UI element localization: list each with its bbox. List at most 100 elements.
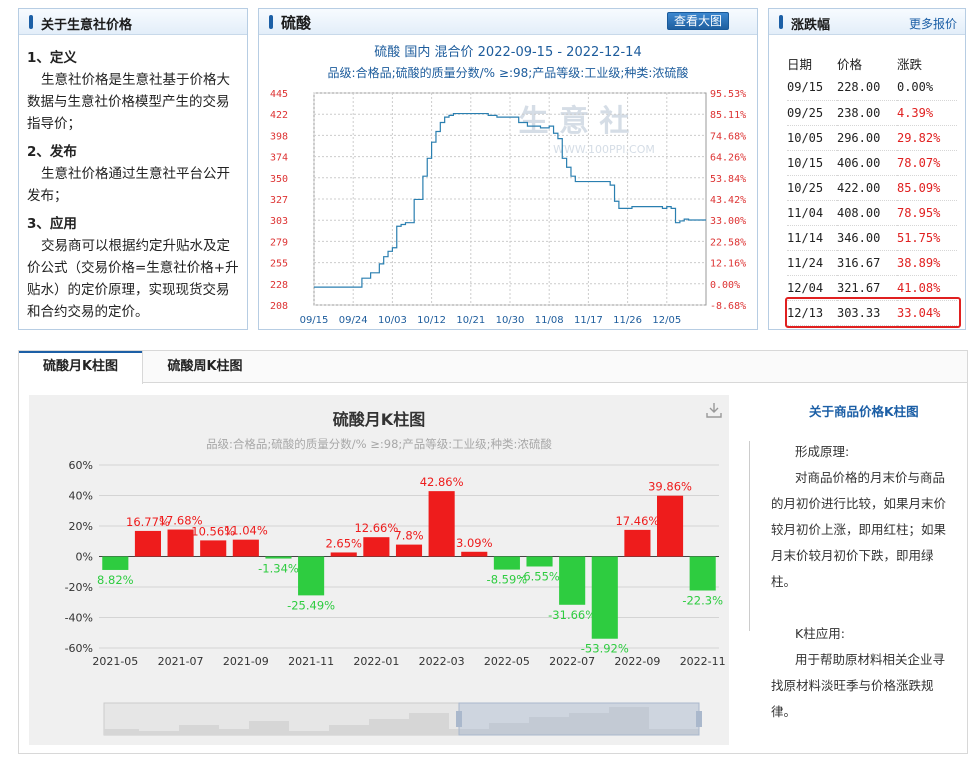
- table-row: 10/25 422.00 85.09%: [787, 175, 957, 201]
- info-body: 1、定义 生意社价格是生意社基于价格大数据与生意社价格模型产生的交易指导价； 2…: [19, 35, 247, 323]
- y-tick-right: -8.68%: [710, 301, 746, 312]
- bar-value-label: 12.66%: [354, 521, 398, 535]
- header-marker-icon: [29, 15, 33, 29]
- x-tick: 12/05: [652, 315, 681, 326]
- chart-subtitle: 品级:合格品;硫酸的质量分数/% ≥:98;产品等级:工业级;种类:浓硫酸: [206, 437, 552, 451]
- more-quotes-link[interactable]: 更多报价: [909, 15, 957, 32]
- bar-value-label: 7.8%: [394, 529, 423, 543]
- x-tick: 10/21: [456, 315, 485, 326]
- side-paragraph: 形成原理:: [795, 444, 850, 459]
- table-row: 10/15 406.00 78.07%: [787, 150, 957, 176]
- k-bar: [330, 552, 357, 557]
- x-tick: 2022-07: [549, 655, 595, 668]
- zoom-slider[interactable]: [103, 702, 702, 736]
- k-bar: [428, 491, 455, 557]
- y-tick-left: 422: [270, 110, 288, 121]
- price-cell: 316.67: [836, 250, 897, 276]
- y-tick-right: 74.68%: [710, 131, 746, 142]
- y-tick-right: 22.58%: [710, 237, 746, 248]
- tab-monthly-k[interactable]: 硫酸月K柱图: [19, 351, 143, 384]
- y-tick: 40%: [69, 490, 93, 503]
- y-tick: -40%: [65, 612, 93, 625]
- change-cell: 51.75%: [896, 225, 957, 251]
- section-heading: 1、定义: [27, 50, 77, 66]
- panel-title: 涨跌幅: [791, 18, 831, 33]
- date-cell: 10/25: [787, 175, 837, 201]
- k-bar: [591, 556, 618, 639]
- y-tick-left: 398: [270, 131, 288, 142]
- table-header-row: 日期 价格 涨跌: [787, 51, 957, 75]
- x-tick: 2022-03: [419, 655, 465, 668]
- bar-value-label: 17.46%: [615, 514, 659, 528]
- k-bar: [461, 551, 488, 557]
- price-cell: 228.00: [836, 75, 897, 101]
- price-info-panel: 关于生意社价格 1、定义 生意社价格是生意社基于价格大数据与生意社价格模型产生的…: [18, 8, 248, 330]
- change-cell: 78.07%: [896, 150, 957, 176]
- bar-value-label: 8.82%: [97, 573, 134, 587]
- change-cell: 0.00%: [896, 75, 957, 101]
- k-bar: [200, 540, 227, 557]
- k-bar: [363, 537, 390, 557]
- y-tick-left: 208: [270, 301, 288, 312]
- y-tick-left: 228: [270, 280, 288, 291]
- bar-value-label: 3.09%: [456, 536, 493, 550]
- y-tick: 0%: [76, 551, 93, 564]
- column-header: 价格: [836, 56, 862, 72]
- x-tick: 09/24: [339, 315, 368, 326]
- slider-handle-right: [696, 711, 702, 727]
- view-big-chart-button[interactable]: 查看大图: [666, 12, 729, 30]
- x-tick: 2022-01: [353, 655, 399, 668]
- bar-value-label: -1.34%: [258, 562, 299, 576]
- bar-value-label: -6.55%: [519, 569, 560, 583]
- date-cell: 10/05: [787, 125, 837, 151]
- x-tick: 10/03: [378, 315, 407, 326]
- section-heading: 2、发布: [27, 144, 77, 160]
- bar-value-label: -25.49%: [287, 598, 335, 612]
- download-icon[interactable]: [705, 401, 723, 419]
- k-bar: [232, 539, 259, 557]
- y-tick-left: 327: [270, 195, 288, 206]
- section-text: 生意社价格是生意社基于价格大数据与生意社价格模型产生的交易指导价；: [27, 72, 230, 132]
- change-cell: 29.82%: [896, 125, 957, 151]
- bar-value-label: -22.3%: [682, 594, 723, 608]
- x-tick: 2022-05: [484, 655, 530, 668]
- y-tick-left: 445: [270, 89, 288, 100]
- change-table: 日期 价格 涨跌 09/15 228.00 0.00% 09/25 238.00 4.39…: [787, 51, 957, 326]
- bar-value-label: 39.86%: [648, 480, 692, 494]
- column-header: 日期: [787, 56, 813, 72]
- price-cell: 422.00: [836, 175, 897, 201]
- panel-header: 关于生意社价格: [19, 9, 247, 35]
- y-tick-right: 95.53%: [710, 89, 746, 100]
- k-bar: [624, 529, 651, 557]
- x-tick: 10/12: [417, 315, 446, 326]
- tab-weekly-k[interactable]: 硫酸周K柱图: [143, 351, 267, 383]
- bar-value-label: -31.66%: [548, 608, 596, 622]
- price-cell: 408.00: [836, 200, 897, 226]
- divider: [749, 441, 750, 631]
- x-tick: 2021-11: [288, 655, 334, 668]
- table-row: 11/04 408.00 78.95%: [787, 200, 957, 226]
- x-tick: 2021-05: [92, 655, 138, 668]
- table-row: 10/05 296.00 29.82%: [787, 125, 957, 151]
- slider-window: [458, 702, 700, 736]
- panel-title: 硫酸: [281, 14, 312, 32]
- x-tick: 11/26: [613, 315, 642, 326]
- y-tick-left: 303: [270, 216, 288, 227]
- y-tick-left: 350: [270, 174, 288, 185]
- side-title[interactable]: 关于商品价格K柱图: [809, 401, 919, 420]
- table-row: 11/14 346.00 51.75%: [787, 225, 957, 251]
- x-tick: 2021-07: [158, 655, 204, 668]
- slider-handle-left: [456, 711, 462, 727]
- column-header: 涨跌: [896, 56, 922, 72]
- y-tick-right: 64.26%: [710, 153, 746, 164]
- y-tick-right: 12.16%: [710, 259, 746, 270]
- chart-title: 硫酸月K柱图: [333, 410, 425, 429]
- x-tick: 10/30: [496, 315, 525, 326]
- k-bar-section: 硫酸月K柱图 硫酸周K柱图 硫酸月K柱图品级:合格品;硫酸的质量分数/% ≥:9…: [18, 350, 968, 754]
- change-panel: 涨跌幅 更多报价 日期 价格 涨跌 09/15 228.00 0.00% 09/25 2…: [768, 8, 966, 330]
- k-bar: [493, 556, 520, 570]
- table-row: 09/25 238.00 4.39%: [787, 100, 957, 126]
- bar-value-label: 42.86%: [420, 475, 464, 489]
- date-cell: 10/15: [787, 150, 837, 176]
- table-row: 11/24 316.67 38.89%: [787, 250, 957, 276]
